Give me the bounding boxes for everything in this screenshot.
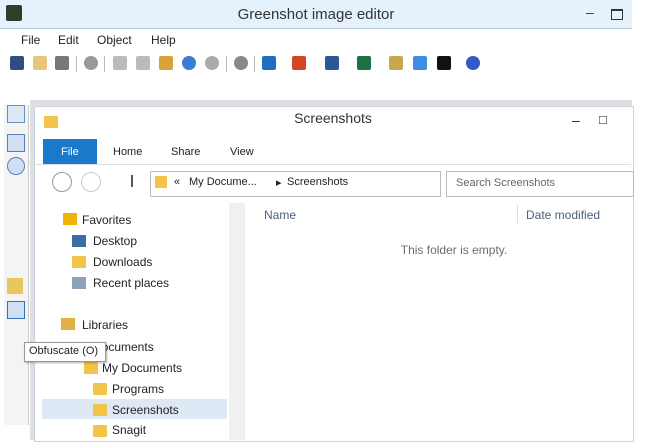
save-icon[interactable] [10, 56, 24, 70]
empty-folder-message: This folder is empty. [400, 243, 508, 257]
nav-programs[interactable]: Programs [112, 382, 164, 396]
column-date-modified[interactable]: Date modified [526, 208, 600, 222]
print-icon[interactable] [55, 56, 69, 70]
clipboard-icon[interactable] [33, 56, 47, 70]
tooltip-text: Obfuscate (O) [29, 345, 99, 357]
line-tool-icon[interactable] [7, 180, 23, 196]
freehand-tool-icon[interactable] [7, 228, 23, 244]
nav-snagit[interactable]: Snagit [112, 423, 146, 437]
dropbox-icon[interactable] [413, 56, 427, 70]
rotate-tool-icon[interactable] [7, 378, 23, 394]
breadcrumb-separator: ▸ [276, 177, 282, 189]
text-tool-icon[interactable] [7, 251, 23, 267]
undo-icon[interactable] [182, 56, 196, 70]
paint-icon[interactable] [389, 56, 403, 70]
tab-home[interactable]: Home [113, 146, 142, 158]
tab-view[interactable]: View [230, 146, 254, 158]
nav-desktop[interactable]: Desktop [93, 234, 137, 248]
toolbar-separator [254, 56, 255, 72]
star-icon [63, 213, 77, 225]
downloads-icon [72, 256, 86, 268]
toolbar-separator [226, 56, 227, 72]
programs-folder-icon [93, 383, 107, 395]
highlight-tool-icon[interactable] [7, 278, 23, 294]
toolbar-separator [76, 56, 77, 72]
help-icon[interactable] [466, 56, 480, 70]
screenshots-folder-icon [93, 404, 107, 416]
menu-help[interactable]: Help [151, 33, 176, 47]
excel-icon[interactable] [357, 56, 371, 70]
outlook-icon[interactable] [262, 56, 276, 70]
arrow-tool-icon[interactable] [7, 203, 23, 219]
cursor-tool-icon[interactable] [7, 105, 25, 123]
breadcrumb-parent[interactable]: My Docume... [189, 176, 257, 188]
nav-downloads[interactable]: Downloads [93, 255, 152, 269]
copy-icon[interactable] [136, 56, 150, 70]
word-icon[interactable] [325, 56, 339, 70]
paste-icon[interactable] [159, 56, 173, 70]
menu-object[interactable]: Object [97, 33, 132, 47]
up-button[interactable] [131, 175, 133, 187]
crop-tool-icon[interactable] [7, 355, 23, 371]
nav-favorites[interactable]: Favorites [82, 213, 131, 227]
nav-scrollbar[interactable] [229, 203, 245, 440]
search-placeholder: Search Screenshots [456, 177, 556, 189]
file-list[interactable] [247, 203, 632, 440]
nav-screenshots[interactable]: Screenshots [112, 403, 179, 417]
tab-file-label: File [61, 146, 79, 158]
explorer-maximize-button[interactable]: □ [599, 112, 607, 127]
explorer-minimize-button[interactable]: – [572, 112, 580, 128]
column-divider [517, 205, 518, 223]
tab-share[interactable]: Share [171, 146, 200, 158]
recent-places-icon [72, 277, 86, 289]
maximize-button[interactable] [611, 9, 623, 20]
nav-libraries[interactable]: Libraries [82, 318, 128, 332]
delete-icon[interactable] [84, 56, 98, 70]
minimize-button[interactable]: – [586, 4, 594, 20]
toolbar-separator [104, 56, 105, 72]
nav-my-documents[interactable]: My Documents [102, 361, 182, 375]
menu-bar [0, 29, 632, 51]
rectangle-tool-icon[interactable] [7, 134, 25, 152]
menu-edit[interactable]: Edit [58, 33, 79, 47]
breadcrumb-overflow[interactable]: « [174, 176, 180, 188]
folder-icon [155, 176, 167, 188]
resize-tool-icon[interactable] [7, 401, 23, 417]
cut-icon[interactable] [113, 56, 127, 70]
breadcrumb-current[interactable]: Screenshots [287, 176, 348, 188]
redo-icon[interactable] [205, 56, 219, 70]
back-button[interactable] [52, 172, 72, 192]
my-documents-icon [84, 362, 98, 374]
snagit-folder-icon [93, 425, 107, 437]
obfuscate-tool-icon[interactable] [7, 301, 25, 319]
powerpoint-icon[interactable] [292, 56, 306, 70]
column-name[interactable]: Name [264, 208, 296, 222]
forward-button[interactable] [81, 172, 101, 192]
nav-recent-places[interactable]: Recent places [93, 276, 169, 290]
tooltip: Obfuscate (O) [24, 342, 106, 362]
desktop-icon [72, 235, 86, 247]
settings-icon[interactable] [234, 56, 248, 70]
info-icon[interactable] [437, 56, 451, 70]
libraries-icon [61, 318, 75, 330]
window-title: Greenshot image editor [237, 6, 395, 23]
ellipse-tool-icon[interactable] [7, 157, 25, 175]
explorer-title: Screenshots [294, 110, 372, 126]
menu-file[interactable]: File [21, 33, 40, 47]
